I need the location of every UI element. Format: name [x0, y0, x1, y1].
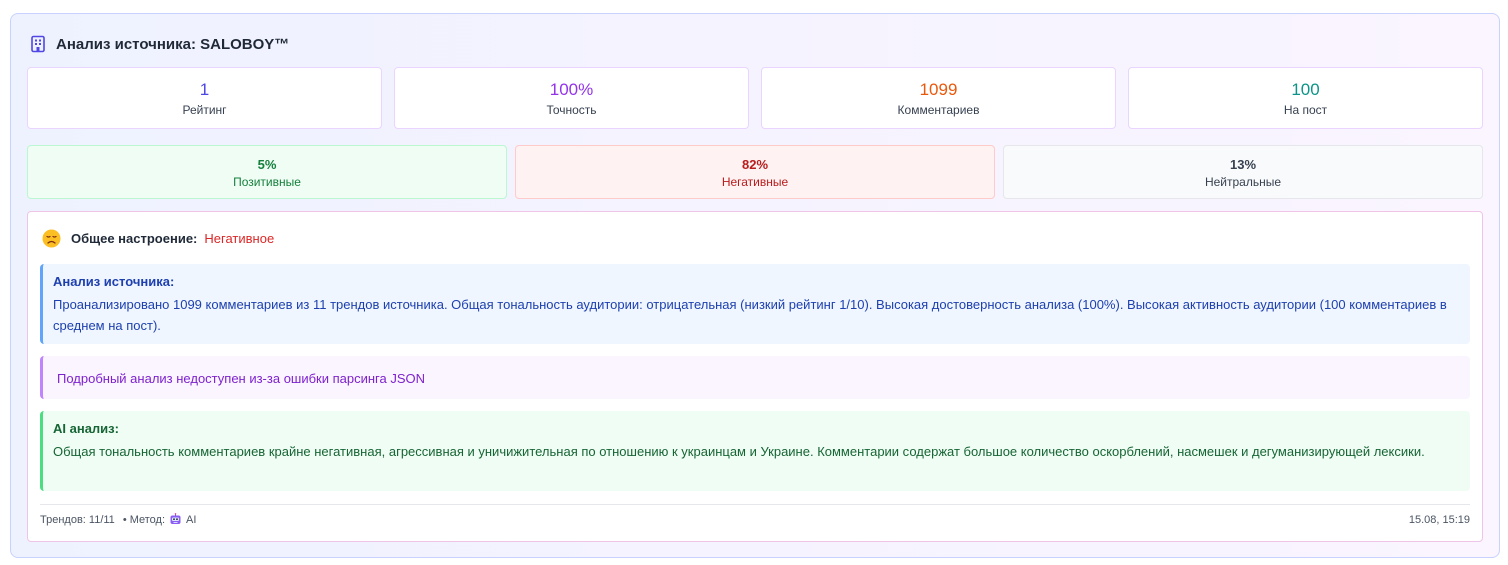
analysis-card: Общее настроение: Негативное Анализ исто… — [27, 211, 1483, 542]
sentiment-positive: 5% Позитивные — [27, 145, 507, 199]
stat-comments: 1099 Комментариев — [761, 67, 1116, 129]
sentiment-neutral-pct: 13% — [1229, 156, 1257, 172]
building-icon — [29, 35, 47, 53]
stats-row: 1 Рейтинг 100% Точность 1099 Комментарие… — [27, 67, 1483, 129]
stat-accuracy-label: Точность — [546, 103, 597, 117]
sentiment-row: 5% Позитивные 82% Негативные 13% Нейтрал… — [27, 145, 1483, 199]
stat-rating: 1 Рейтинг — [27, 67, 382, 129]
stat-accuracy-value: 100% — [549, 80, 594, 99]
stat-per-post-label: На пост — [1283, 103, 1328, 117]
ai-analysis-block: AI анализ: Общая тональность комментарие… — [40, 411, 1470, 491]
panel-header: Анализ источника: SALOBOY™ — [29, 34, 289, 54]
panel-title: Анализ источника: SALOBOY™ — [56, 35, 290, 53]
ai-analysis-title: AI анализ: — [53, 421, 119, 436]
method-value: AI — [186, 513, 197, 526]
timestamp: 15.08, 15:19 — [1408, 513, 1470, 526]
source-analysis-block: Анализ источника: Проанализировано 1099 … — [40, 264, 1470, 344]
overall-mood: Общее настроение: Негативное — [42, 229, 274, 248]
sentiment-negative: 82% Негативные — [515, 145, 995, 199]
source-analysis-text: Проанализировано 1099 комментариев из 11… — [53, 297, 1447, 333]
sentiment-positive-pct: 5% — [257, 156, 277, 172]
card-footer: Трендов: 11/11 • Метод: AI 15.08, 15:19 — [40, 504, 1470, 534]
sentiment-positive-label: Позитивные — [233, 174, 301, 189]
sad-face-icon — [42, 229, 61, 248]
error-notice-text: Подробный анализ недоступен из-за ошибки… — [57, 371, 426, 386]
ai-analysis-text: Общая тональность комментариев крайне не… — [53, 444, 1425, 459]
trends-count: Трендов: 11/11 — [40, 513, 115, 526]
stat-comments-label: Комментариев — [897, 103, 980, 117]
error-notice-block: Подробный анализ недоступен из-за ошибки… — [40, 356, 1470, 399]
source-analysis-panel: Анализ источника: SALOBOY™ 1 Рейтинг 100… — [10, 13, 1500, 558]
mood-label: Общее настроение: — [71, 231, 198, 246]
stat-rating-value: 1 — [199, 80, 210, 99]
sentiment-neutral-label: Нейтральные — [1204, 174, 1282, 189]
sentiment-neutral: 13% Нейтральные — [1003, 145, 1483, 199]
footer-meta: Трендов: 11/11 • Метод: AI — [40, 513, 196, 526]
stat-accuracy: 100% Точность — [394, 67, 749, 129]
mood-value: Негативное — [204, 231, 275, 246]
source-analysis-title: Анализ источника: — [53, 274, 175, 289]
sentiment-negative-pct: 82% — [741, 156, 769, 172]
stat-per-post: 100 На пост — [1128, 67, 1483, 129]
robot-icon — [169, 513, 182, 526]
sentiment-negative-label: Негативные — [721, 174, 789, 189]
method-label: • Метод: — [122, 513, 166, 526]
stat-per-post-value: 100 — [1291, 80, 1320, 99]
stat-rating-label: Рейтинг — [182, 103, 227, 117]
stat-comments-value: 1099 — [919, 80, 958, 99]
